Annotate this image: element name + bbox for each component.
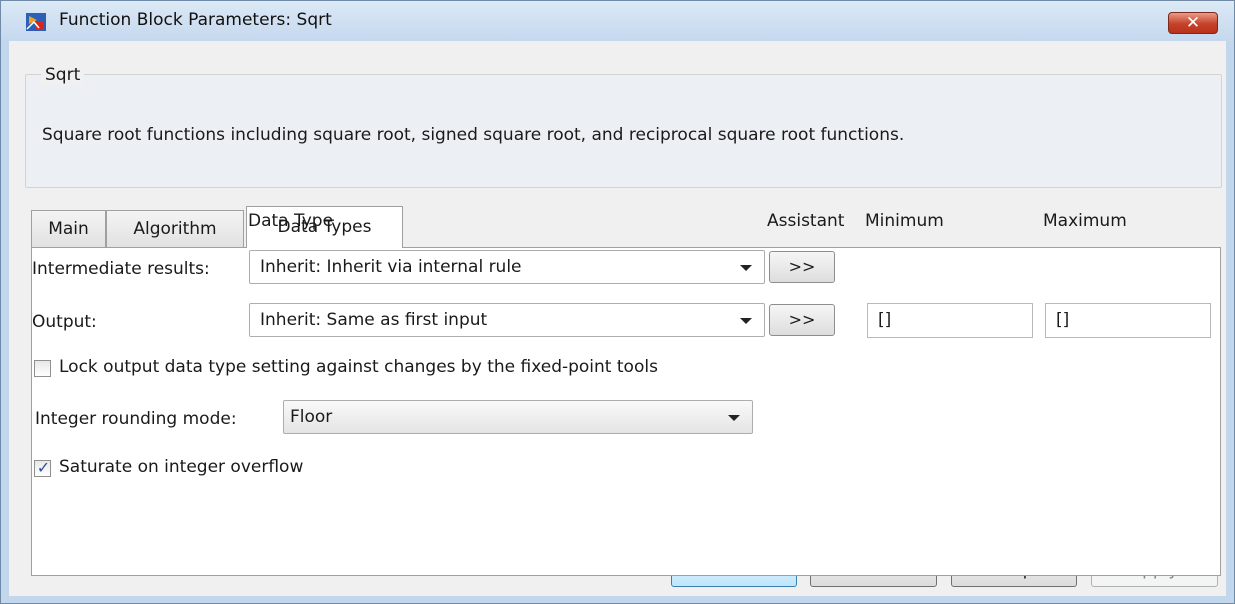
tab-label: Algorithm — [133, 219, 217, 239]
close-icon: ✕ — [1185, 13, 1201, 33]
output-assistant-button[interactable]: >> — [769, 304, 835, 336]
group-legend: Sqrt — [41, 65, 85, 85]
saturate-label: Saturate on integer overflow — [59, 457, 304, 477]
header-data-type: Data Type — [248, 211, 334, 231]
header-minimum: Minimum — [865, 211, 944, 231]
dialog-window: Function Block Parameters: Sqrt ✕ Sqrt S… — [0, 0, 1235, 604]
chevron-down-icon — [740, 318, 752, 324]
output-data-type-select[interactable]: Inherit: Same as first input — [249, 303, 765, 337]
lock-output-data-type-label: Lock output data type setting against ch… — [59, 357, 658, 377]
select-value: Inherit: Inherit via internal rule — [260, 257, 522, 277]
output-maximum-input[interactable]: [] — [1045, 303, 1211, 338]
simulink-app-icon — [25, 12, 47, 32]
close-button[interactable]: ✕ — [1168, 12, 1218, 34]
intermediate-results-assistant-button[interactable]: >> — [769, 251, 835, 283]
intermediate-results-label: Intermediate results: — [32, 259, 210, 279]
tab-label: Main — [48, 219, 89, 239]
integer-rounding-mode-label: Integer rounding mode: — [35, 409, 237, 429]
intermediate-results-data-type-select[interactable]: Inherit: Inherit via internal rule — [249, 250, 765, 284]
output-label: Output: — [32, 312, 97, 332]
integer-rounding-mode-select[interactable]: Floor — [283, 400, 753, 434]
checkmark-icon: ✓ — [36, 458, 51, 477]
tab-algorithm[interactable]: Algorithm — [106, 210, 244, 247]
input-value: [] — [878, 310, 892, 330]
input-value: [] — [1056, 310, 1070, 330]
window-title: Function Block Parameters: Sqrt — [59, 10, 332, 30]
chevron-down-icon — [740, 265, 752, 271]
dialog-client-area: Sqrt Square root functions including squ… — [9, 41, 1226, 596]
chevron-down-icon — [728, 415, 740, 421]
select-value: Floor — [290, 407, 333, 427]
select-value: Inherit: Same as first input — [260, 310, 488, 330]
tab-main[interactable]: Main — [31, 210, 106, 247]
header-assistant: Assistant — [767, 211, 845, 231]
header-maximum: Maximum — [1043, 211, 1127, 231]
block-description: Square root functions including square r… — [42, 125, 905, 145]
output-minimum-input[interactable]: [] — [867, 303, 1033, 338]
title-bar[interactable]: Function Block Parameters: Sqrt ✕ — [1, 1, 1234, 41]
saturate-checkbox[interactable]: ✓ — [34, 458, 51, 477]
lock-output-data-type-checkbox[interactable] — [34, 360, 51, 377]
